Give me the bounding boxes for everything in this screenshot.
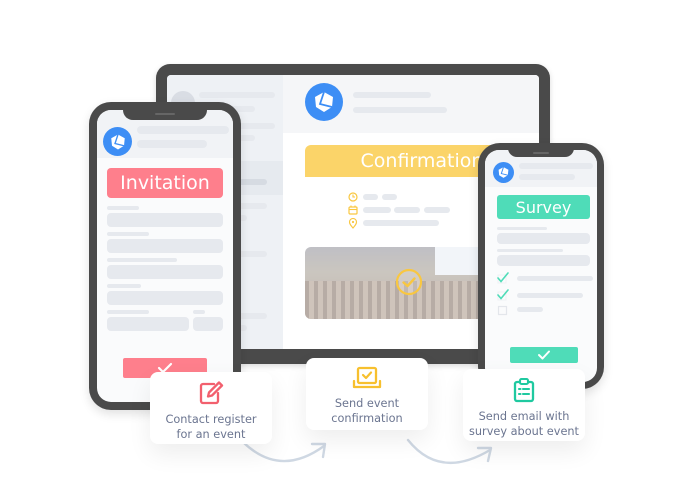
check-circle-icon <box>395 268 423 296</box>
calendar-icon <box>348 205 358 215</box>
step-card-register: Contact register for an event <box>150 372 272 444</box>
date-placeholder <box>363 207 391 213</box>
header-placeholder <box>519 163 593 169</box>
brand-logo-icon <box>103 127 132 156</box>
answer-field[interactable] <box>497 255 590 266</box>
question-label-placeholder <box>497 249 563 252</box>
checkbox-checked-icon[interactable] <box>497 289 509 301</box>
laptop-check-icon <box>352 366 382 389</box>
invitation-banner: Invitation <box>107 168 223 198</box>
form-field[interactable] <box>107 213 223 227</box>
step-label-line: confirmation <box>331 412 403 425</box>
form-field[interactable] <box>107 291 223 305</box>
option-placeholder <box>517 307 543 312</box>
brand-logo-icon <box>305 83 343 121</box>
header-placeholder <box>519 174 575 180</box>
location-pin-icon <box>348 218 358 229</box>
form-label-placeholder <box>107 310 149 314</box>
header-placeholder <box>353 92 431 98</box>
clipboard-list-icon <box>513 377 535 403</box>
edit-icon <box>199 381 224 405</box>
checkbox-checked-icon[interactable] <box>497 272 509 284</box>
form-label-placeholder <box>107 284 141 288</box>
sidebar-placeholder <box>199 92 275 98</box>
form-label-placeholder <box>107 258 177 262</box>
step-label-line: Contact register <box>165 413 257 426</box>
option-placeholder <box>517 276 593 281</box>
step-label-line: Send email with <box>478 410 570 423</box>
form-label-placeholder <box>193 310 205 314</box>
header-placeholder <box>353 107 447 113</box>
flow-arrow-2 <box>406 438 493 465</box>
time-placeholder <box>363 194 378 200</box>
header-placeholder <box>137 126 229 134</box>
date-placeholder <box>424 207 450 213</box>
phone-speaker <box>155 113 175 115</box>
check-icon <box>538 350 550 360</box>
phone-left-screen: Invitation <box>97 110 233 402</box>
answer-field[interactable] <box>497 233 590 244</box>
step-label-line: Send event <box>334 397 400 410</box>
location-placeholder <box>363 220 439 226</box>
phone-left-device: Invitation <box>89 102 241 410</box>
form-field[interactable] <box>193 317 223 331</box>
phone-speaker <box>533 152 549 154</box>
phone-right-device: Survey <box>478 143 604 389</box>
form-field[interactable] <box>107 239 223 253</box>
phone-right-screen: Survey <box>485 150 597 382</box>
date-placeholder <box>394 207 420 213</box>
brand-logo-icon <box>493 162 514 183</box>
option-placeholder <box>517 293 583 298</box>
laptop-header <box>283 75 539 133</box>
question-label-placeholder <box>497 227 547 230</box>
form-field[interactable] <box>107 317 189 331</box>
survey-banner: Survey <box>497 195 590 219</box>
header-placeholder <box>137 140 207 148</box>
clock-icon <box>348 192 358 202</box>
time-placeholder <box>382 194 397 200</box>
checkbox-unchecked-icon[interactable] <box>497 304 509 316</box>
form-label-placeholder <box>107 232 149 236</box>
step-label-line: for an event <box>176 428 246 441</box>
step-card-confirmation: Send event confirmation <box>306 358 428 430</box>
step-label-line: survey about event <box>469 425 579 438</box>
form-field[interactable] <box>107 265 223 279</box>
step-card-survey: Send email with survey about event <box>463 369 585 441</box>
form-label-placeholder <box>107 206 139 210</box>
survey-submit-button[interactable] <box>510 347 578 363</box>
